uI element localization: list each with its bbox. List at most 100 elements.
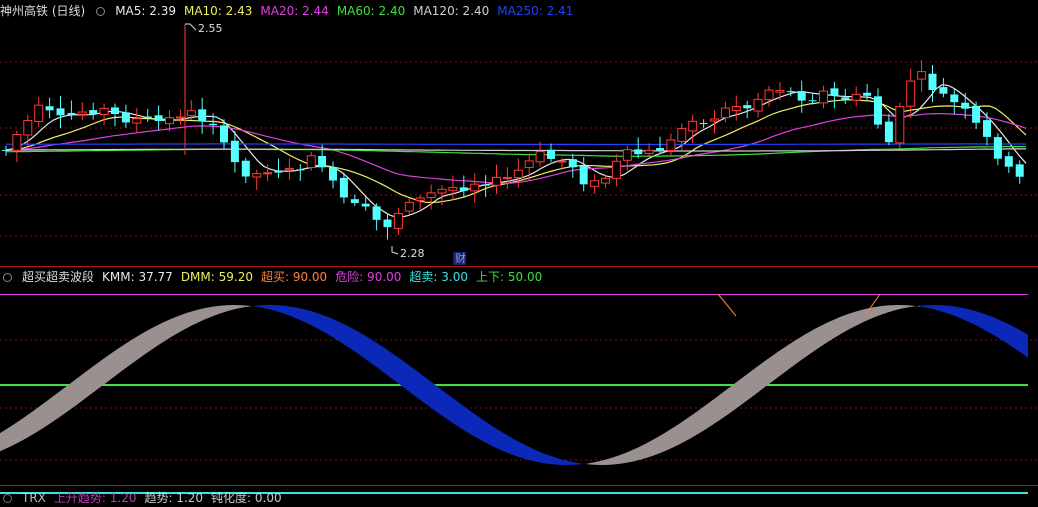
candle[interactable] <box>404 198 414 215</box>
candle[interactable] <box>884 114 893 146</box>
kd-band-segment <box>884 305 888 314</box>
candle[interactable] <box>383 213 392 240</box>
candle[interactable] <box>89 102 98 120</box>
candle[interactable] <box>111 103 119 127</box>
kd-band-segment <box>624 451 628 464</box>
kd-band-segment <box>832 318 836 340</box>
candle[interactable] <box>67 100 76 120</box>
candle[interactable] <box>950 88 959 115</box>
candle[interactable] <box>175 109 185 125</box>
candle[interactable] <box>895 102 905 149</box>
candle[interactable] <box>12 130 22 163</box>
kd-band-segment <box>292 306 296 319</box>
candle[interactable] <box>99 103 109 126</box>
candle[interactable] <box>1004 151 1013 173</box>
candle[interactable] <box>329 161 337 189</box>
kd-band-segment <box>960 307 964 320</box>
candle[interactable] <box>121 104 130 128</box>
kd-band-segment <box>616 455 620 465</box>
candle[interactable] <box>851 86 861 107</box>
candle[interactable] <box>622 146 632 171</box>
candle[interactable] <box>634 137 643 159</box>
bottom-indicator-title[interactable]: TRX <box>22 489 46 507</box>
candle-body <box>492 176 501 186</box>
candle[interactable] <box>917 60 927 92</box>
candle[interactable] <box>590 174 600 194</box>
candlestick-series[interactable] <box>2 24 1024 240</box>
candle[interactable] <box>819 85 828 109</box>
kd-band-segment <box>340 322 344 345</box>
candle[interactable] <box>23 114 33 146</box>
candle[interactable] <box>666 133 676 156</box>
candle[interactable] <box>274 158 283 179</box>
candle[interactable] <box>775 82 785 101</box>
candle[interactable] <box>644 143 654 157</box>
candle[interactable] <box>699 119 708 129</box>
legend-toggle-icon[interactable] <box>3 493 12 503</box>
chart-stage[interactable]: 2.55 2.28 财 <box>0 0 1038 504</box>
kd-band-segment <box>240 305 244 309</box>
candle[interactable] <box>470 173 480 203</box>
candle-body <box>111 107 119 115</box>
kd-band-segment <box>4 428 8 450</box>
candle[interactable] <box>198 97 207 134</box>
candle[interactable] <box>350 194 359 206</box>
candle[interactable] <box>296 164 305 181</box>
symbol-title[interactable]: 神州高铁 (日线) <box>0 2 85 20</box>
candle[interactable] <box>611 154 621 187</box>
candle[interactable] <box>1015 160 1024 184</box>
candle[interactable] <box>830 81 839 109</box>
kd-band-segment <box>124 342 128 370</box>
kd-band-segment <box>608 457 612 465</box>
candle[interactable] <box>502 167 512 190</box>
candle[interactable] <box>56 96 65 128</box>
candle[interactable] <box>797 80 806 113</box>
candle[interactable] <box>2 145 10 157</box>
candle[interactable] <box>34 97 44 127</box>
kd-band-segment <box>276 305 280 313</box>
candle[interactable] <box>393 207 403 235</box>
candle[interactable] <box>154 105 163 131</box>
indicator-title[interactable]: 超买超卖波段 <box>22 268 94 286</box>
candle[interactable] <box>143 109 152 122</box>
kd-band-segment <box>456 400 460 428</box>
candle[interactable] <box>306 151 316 171</box>
candle[interactable] <box>513 158 523 188</box>
candle[interactable] <box>241 157 250 184</box>
candle[interactable] <box>874 88 882 129</box>
candle[interactable] <box>863 84 872 101</box>
candle[interactable] <box>535 141 545 167</box>
candle[interactable] <box>731 95 741 121</box>
candle[interactable] <box>132 108 142 133</box>
indicator-legend-label: 危险: 90.00 <box>335 270 402 284</box>
candle[interactable] <box>492 164 501 194</box>
main-chart-legend: 神州高铁 (日线) MA5: 2.39 MA10: 2.43 MA20: 2.44 M… <box>0 2 573 20</box>
candle[interactable] <box>753 93 763 118</box>
candle-body <box>611 160 621 179</box>
kd-band-segment <box>948 305 952 315</box>
candle[interactable] <box>372 203 381 231</box>
kd-band-segment <box>304 309 308 324</box>
candle[interactable] <box>448 175 458 201</box>
candle[interactable] <box>284 158 294 180</box>
candle[interactable] <box>939 77 948 98</box>
indicator-legend-label: 上下: 50.00 <box>476 270 543 284</box>
kd-band-segment <box>728 385 732 415</box>
legend-toggle-icon[interactable] <box>96 6 106 16</box>
kd-band-segment <box>636 446 640 461</box>
candle-body <box>329 167 337 181</box>
kd-band-segment <box>600 460 604 465</box>
candle[interactable] <box>547 143 555 163</box>
kd-band-segment <box>72 379 76 409</box>
candle-body <box>547 149 555 159</box>
legend-toggle-icon[interactable] <box>3 272 12 282</box>
kd-band-segment <box>460 403 464 431</box>
candle-body <box>481 184 490 186</box>
candle[interactable] <box>993 133 1002 166</box>
candle[interactable] <box>45 97 54 119</box>
kd-band-segment <box>780 347 784 376</box>
candle[interactable] <box>77 102 87 121</box>
candle[interactable] <box>972 101 981 130</box>
candle[interactable] <box>568 153 577 178</box>
candle[interactable] <box>252 169 262 190</box>
